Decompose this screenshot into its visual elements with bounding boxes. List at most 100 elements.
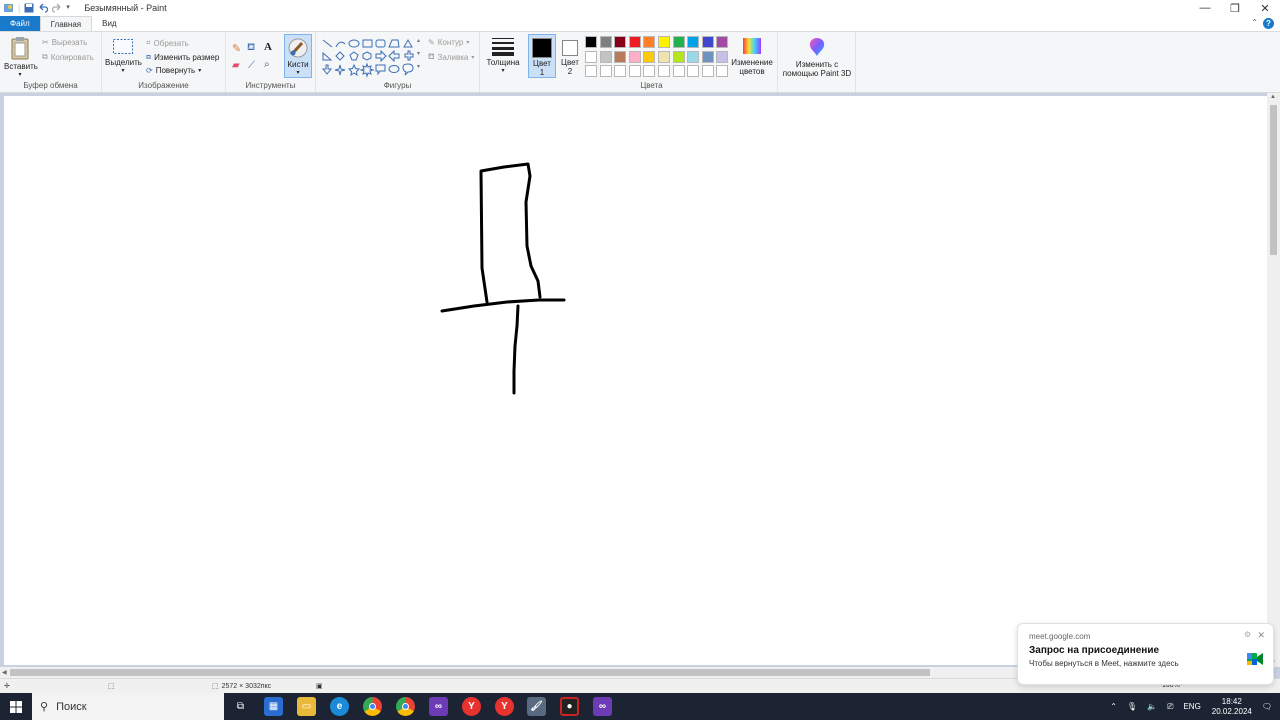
scroll-left-icon[interactable]: ◀ bbox=[2, 669, 7, 676]
chrome-icon[interactable] bbox=[363, 697, 382, 716]
network-icon[interactable]: ⎚ bbox=[1167, 702, 1173, 712]
palette-color-swatch[interactable] bbox=[716, 36, 729, 48]
microsoft-store-icon[interactable]: ▦ bbox=[264, 697, 283, 716]
rectangle-stroke bbox=[479, 162, 542, 304]
palette-color-swatch[interactable] bbox=[716, 50, 729, 63]
chrome-profile-icon[interactable] bbox=[396, 697, 415, 716]
palette-color-swatch[interactable] bbox=[672, 36, 685, 48]
tab-view[interactable]: Вид bbox=[92, 16, 126, 31]
maximize-button[interactable]: ❐ bbox=[1220, 0, 1250, 16]
palette-color-swatch[interactable] bbox=[658, 50, 670, 63]
edit-paint3d-button[interactable]: Изменить с помощью Paint 3D bbox=[780, 36, 854, 78]
palette-color-swatch[interactable] bbox=[672, 65, 685, 77]
pencil-icon[interactable]: ✎ bbox=[232, 42, 241, 55]
palette-color-swatch[interactable] bbox=[585, 65, 597, 77]
visual-studio-icon[interactable]: ∞ bbox=[429, 697, 448, 716]
help-icon[interactable]: ? bbox=[1263, 18, 1274, 29]
size-button[interactable]: Толщина ▾ bbox=[483, 36, 523, 74]
palette-color-swatch[interactable] bbox=[628, 36, 641, 48]
tray-overflow-icon[interactable]: ⌃ bbox=[1110, 702, 1117, 711]
meet-notification[interactable]: meet.google.com Запрос на присоединение … bbox=[1017, 623, 1274, 685]
palette-color-swatch[interactable] bbox=[687, 36, 700, 48]
palette-color-swatch[interactable] bbox=[628, 50, 641, 63]
outline-button[interactable]: ✎ Контур ▾ bbox=[428, 38, 469, 47]
text-tool-icon[interactable]: A bbox=[264, 41, 272, 53]
palette-color-swatch[interactable] bbox=[701, 50, 714, 63]
clock[interactable]: 18:42 20.02.2024 bbox=[1212, 697, 1252, 717]
palette-color-swatch[interactable] bbox=[687, 65, 700, 77]
palette-color-swatch[interactable] bbox=[643, 50, 656, 63]
palette-color-swatch[interactable] bbox=[687, 50, 700, 63]
paint-taskbar-icon[interactable]: 🖌 bbox=[527, 697, 546, 716]
shapes-gallery[interactable] bbox=[321, 38, 421, 78]
palette-color-swatch[interactable] bbox=[716, 65, 729, 77]
obs-icon[interactable]: ● bbox=[560, 697, 579, 716]
file-explorer-icon[interactable]: ▭ bbox=[297, 697, 316, 716]
edge-icon[interactable]: e bbox=[330, 697, 349, 716]
collapse-ribbon-icon[interactable]: ⌃ bbox=[1251, 18, 1258, 27]
palette-color-swatch[interactable] bbox=[658, 65, 670, 77]
tab-home[interactable]: Главная bbox=[39, 16, 93, 31]
palette-color-swatch[interactable] bbox=[643, 36, 656, 48]
palette-color-swatch[interactable] bbox=[585, 50, 597, 63]
palette-color-swatch[interactable] bbox=[643, 65, 656, 77]
task-view-icon[interactable]: ⧉ bbox=[231, 697, 250, 716]
select-button[interactable]: Выделить ▾ bbox=[105, 38, 142, 74]
drawing-canvas[interactable] bbox=[4, 96, 1267, 665]
shapes-expand-icon[interactable]: ▾ bbox=[417, 63, 420, 70]
magnifier-icon[interactable]: ⌕ bbox=[264, 59, 270, 70]
palette-color-swatch[interactable] bbox=[658, 36, 670, 48]
palette-color-swatch[interactable] bbox=[628, 65, 641, 77]
rotate-button[interactable]: ⟳ Повернуть ▾ bbox=[146, 66, 201, 75]
paste-button[interactable]: Вставить ▾ bbox=[4, 36, 38, 78]
fill-bucket-icon[interactable]: ⛾ bbox=[247, 42, 255, 55]
copy-button[interactable]: ⧉ Копировать bbox=[42, 52, 94, 62]
redo-icon[interactable] bbox=[52, 3, 62, 13]
notification-close-icon[interactable]: ✕ bbox=[1257, 630, 1265, 641]
vertical-stroke bbox=[512, 304, 520, 395]
palette-color-swatch[interactable] bbox=[672, 50, 685, 63]
crop-button[interactable]: ⌗ Обрезать bbox=[146, 38, 189, 48]
brushes-button[interactable]: Кисти ▾ bbox=[284, 34, 312, 78]
yandex-browser-icon[interactable]: Y bbox=[462, 697, 481, 716]
tab-file[interactable]: Файл bbox=[0, 16, 40, 31]
resize-button[interactable]: ⧈ Изменить размер bbox=[146, 52, 219, 62]
shapes-scroll-up-icon[interactable]: ▴ bbox=[417, 37, 420, 44]
color1-button[interactable]: Цвет 1 bbox=[528, 34, 556, 78]
visual-studio-2-icon[interactable]: ∞ bbox=[593, 697, 612, 716]
microphone-icon[interactable]: 🎙 bbox=[1127, 702, 1137, 711]
taskbar-search[interactable]: ⚲ Поиск bbox=[32, 693, 224, 720]
notification-settings-icon[interactable]: ⚙ bbox=[1244, 630, 1251, 639]
palette-color-swatch[interactable] bbox=[614, 65, 627, 77]
close-button[interactable]: ✕ bbox=[1250, 0, 1280, 16]
palette-color-swatch[interactable] bbox=[614, 50, 627, 63]
minimize-button[interactable]: — bbox=[1190, 0, 1220, 16]
palette-color-swatch[interactable] bbox=[585, 36, 597, 48]
color-picker-icon[interactable]: ⟋ bbox=[248, 60, 255, 71]
eraser-icon[interactable]: ▰ bbox=[232, 60, 240, 71]
undo-icon[interactable] bbox=[38, 3, 49, 13]
fill-button[interactable]: ⛾ Заливка ▾ bbox=[428, 52, 474, 62]
volume-icon[interactable]: 🔈 bbox=[1147, 702, 1157, 711]
scroll-up-icon[interactable]: ▲ bbox=[1270, 94, 1276, 100]
customize-qat-icon[interactable]: ▾ bbox=[66, 3, 76, 13]
vertical-scroll-thumb[interactable] bbox=[1270, 105, 1277, 255]
cut-button[interactable]: ✂ Вырезать bbox=[42, 38, 87, 47]
palette-color-swatch[interactable] bbox=[599, 36, 612, 48]
palette-color-swatch[interactable] bbox=[614, 36, 627, 48]
notification-center-icon[interactable]: 🗨 bbox=[1262, 702, 1272, 711]
horizontal-scroll-thumb[interactable] bbox=[10, 669, 930, 676]
start-button[interactable] bbox=[0, 693, 32, 720]
quick-access-toolbar: | ▾ bbox=[0, 3, 76, 13]
palette-color-swatch[interactable] bbox=[701, 65, 714, 77]
palette-color-swatch[interactable] bbox=[599, 50, 612, 63]
edit-colors-button[interactable]: Изменение цветов bbox=[730, 36, 774, 76]
shapes-scroll-down-icon[interactable]: ▾ bbox=[417, 50, 420, 57]
color2-button[interactable]: Цвет 2 bbox=[558, 34, 582, 78]
vertical-scrollbar[interactable]: ▲ ▼ bbox=[1267, 93, 1280, 667]
yandex-icon[interactable]: Y bbox=[495, 697, 514, 716]
language-indicator[interactable]: ENG bbox=[1183, 702, 1200, 711]
save-icon[interactable] bbox=[24, 3, 34, 13]
palette-color-swatch[interactable] bbox=[701, 36, 714, 48]
palette-color-swatch[interactable] bbox=[599, 65, 612, 77]
